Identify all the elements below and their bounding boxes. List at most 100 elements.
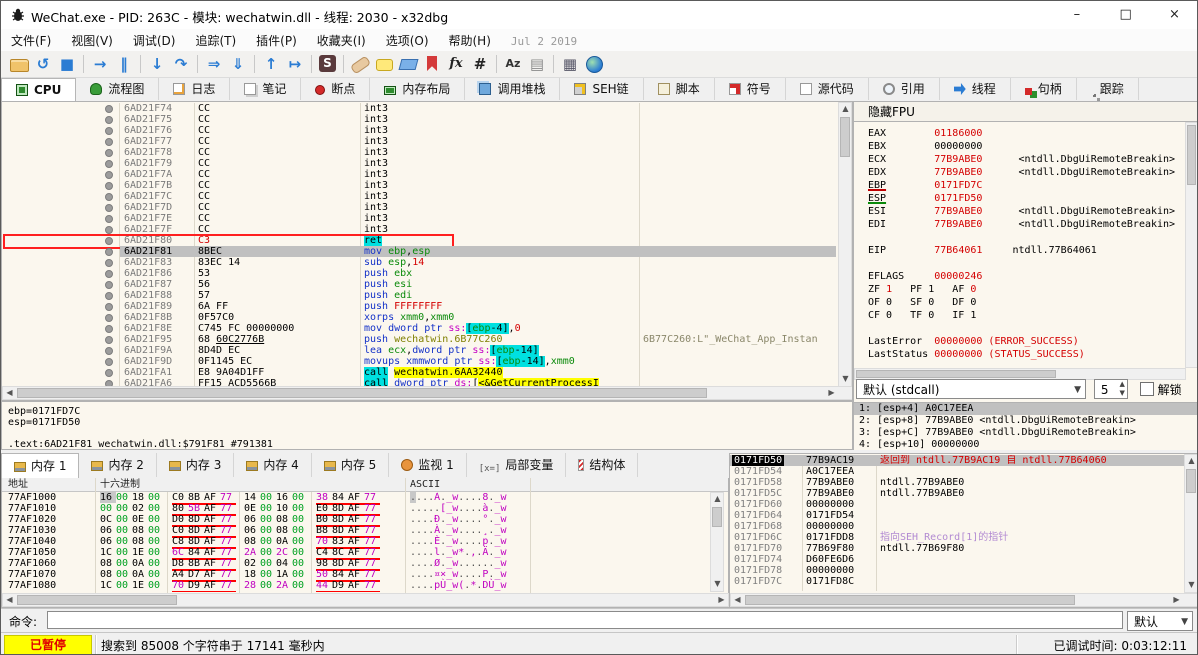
- dump-byte[interactable]: 00: [260, 536, 276, 547]
- scroll-up-arrow-icon[interactable]: ▲: [839, 103, 852, 116]
- scroll-down-arrow-icon[interactable]: ▼: [1185, 579, 1198, 592]
- dump-byte[interactable]: 00: [116, 525, 132, 536]
- spinner-arrows-icon[interactable]: ▲▼: [1119, 380, 1124, 398]
- dump-byte[interactable]: C4: [316, 547, 332, 558]
- dump-byte[interactable]: AF: [204, 580, 220, 591]
- dump-byte[interactable]: 00: [260, 569, 276, 580]
- dump-byte[interactable]: D9: [332, 580, 348, 591]
- dump-byte[interactable]: 77: [220, 558, 236, 569]
- breakpoint-bullet[interactable]: [105, 182, 113, 190]
- stack-row[interactable]: 0171FD6C0171FDD8指向SEH_Record[1]的指针: [730, 532, 1185, 543]
- scroll-left-arrow-icon[interactable]: ◀: [3, 594, 16, 607]
- tab-locals[interactable]: [x=]局部变量: [467, 453, 567, 477]
- register-row[interactable]: EFLAGS 00000246: [868, 271, 982, 282]
- dump-byte[interactable]: 2A: [276, 580, 292, 591]
- dump-byte[interactable]: 38: [316, 492, 332, 503]
- disasm-row[interactable]: 6AD21F7DCCint3: [2, 202, 836, 213]
- disasm-row[interactable]: 6AD21F8383EC 14sub esp,14: [2, 257, 836, 268]
- run-icon[interactable]: →: [88, 51, 112, 77]
- scroll-right-arrow-icon[interactable]: ▶: [1170, 594, 1183, 607]
- dump-byte[interactable]: 84: [332, 492, 348, 503]
- register-row[interactable]: EBX 00000000: [868, 141, 982, 152]
- breakpoint-bullet[interactable]: [105, 303, 113, 311]
- breakpoint-bullet[interactable]: [105, 259, 113, 267]
- stack-row[interactable]: 0171FD74D60FE6D6: [730, 554, 1185, 565]
- dump-byte[interactable]: 50: [316, 569, 332, 580]
- maximize-button[interactable]: □: [1103, 1, 1148, 29]
- argument-row[interactable]: 1: [esp+4] A0C17EEA: [854, 403, 1198, 415]
- disasm-row[interactable]: 6AD21F9A8D4D EClea ecx,dword ptr ss:[ebp…: [2, 345, 836, 356]
- disasm-row[interactable]: 6AD21F75CCint3: [2, 114, 836, 125]
- tab-memmap[interactable]: 内存布局: [370, 78, 465, 100]
- dump-byte[interactable]: 1E: [132, 547, 148, 558]
- dump-byte[interactable]: C0: [172, 492, 188, 503]
- dump-byte[interactable]: AF: [348, 525, 364, 536]
- dump-byte[interactable]: 00: [148, 580, 164, 591]
- dump-byte[interactable]: 77: [364, 580, 380, 591]
- argument-row[interactable]: 3: [esp+C] 77B9ABE0 <ntdll.DbgUiRemoteBr…: [854, 427, 1198, 439]
- disasm-row[interactable]: 6AD21F80C3ret: [2, 235, 836, 246]
- menu-item[interactable]: 收藏夹(I): [307, 29, 376, 52]
- dump-row[interactable]: 77AF10801C001E0070D9AF7728002A0044D9AF77…: [2, 580, 708, 591]
- register-row[interactable]: CF 0 TF 0 IF 1: [868, 310, 976, 321]
- dump-byte[interactable]: 77: [220, 492, 236, 503]
- dump-row[interactable]: 77AF10200C000E00D08DAF7706000800B08DAF77…: [2, 514, 708, 525]
- disassembly-vscrollbar[interactable]: ▲ ▼: [838, 102, 852, 387]
- stack-hscrollbar[interactable]: ◀ ▶: [730, 593, 1198, 607]
- dump-hscrollbar[interactable]: ◀ ▶: [2, 593, 729, 607]
- dump-byte[interactable]: 77: [364, 525, 380, 536]
- dump-byte[interactable]: 00: [260, 558, 276, 569]
- dump-byte[interactable]: 2C: [276, 547, 292, 558]
- disasm-row[interactable]: 6AD21F8EC745 FC 00000000mov dword ptr ss…: [2, 323, 836, 334]
- breakpoint-bullet[interactable]: [105, 204, 113, 212]
- tab-graph[interactable]: 流程图: [76, 78, 159, 100]
- dump-byte[interactable]: D0: [172, 514, 188, 525]
- label-icon[interactable]: [396, 51, 420, 77]
- tab-callstack[interactable]: 调用堆栈: [465, 78, 560, 100]
- hash-icon[interactable]: #: [468, 51, 492, 77]
- dump-byte[interactable]: 8D: [188, 525, 204, 536]
- dump-byte[interactable]: 00: [292, 536, 308, 547]
- tab-seh[interactable]: SEH链: [560, 78, 643, 100]
- dump-byte[interactable]: AF: [204, 536, 220, 547]
- disasm-row[interactable]: 6AD21F74CCint3: [2, 103, 836, 114]
- tab-notes[interactable]: 笔记: [230, 78, 301, 100]
- dump-byte[interactable]: AF: [348, 536, 364, 547]
- register-row[interactable]: ECX 77B9ABE0 <ntdll.DbgUiRemoteBreakin>: [868, 154, 1175, 165]
- dump-byte[interactable]: 00: [116, 503, 132, 514]
- modules-icon[interactable]: ▤: [525, 51, 549, 77]
- dump-byte[interactable]: 18: [244, 569, 260, 580]
- dump-byte[interactable]: AF: [348, 503, 364, 514]
- argument-row[interactable]: 2: [esp+8] 77B9ABE0 <ntdll.DbgUiRemoteBr…: [854, 415, 1198, 427]
- breakpoint-bullet[interactable]: [105, 314, 113, 322]
- stack-row[interactable]: 0171FD5C77B9ABE0ntdll.77B9ABE0: [730, 488, 1185, 499]
- tab-handles[interactable]: 句柄: [1011, 78, 1077, 100]
- dump-byte[interactable]: C8: [172, 536, 188, 547]
- dump-byte[interactable]: 00: [292, 580, 308, 591]
- disasm-row[interactable]: 6AD21F8B0F57C0xorps xmm0,xmm0: [2, 312, 836, 323]
- stack-row[interactable]: 0171FD7800000000: [730, 565, 1185, 576]
- dump-byte[interactable]: 6C: [172, 547, 188, 558]
- dump-row[interactable]: 77AF100016001800C08BAF77140016003884AF77…: [2, 492, 708, 503]
- registers-vscrollbar[interactable]: [1185, 122, 1198, 368]
- dump-byte[interactable]: 77: [220, 580, 236, 591]
- argument-count-stepper[interactable]: 5▲▼: [1094, 379, 1128, 399]
- menu-item[interactable]: 选项(O): [376, 29, 439, 52]
- dump-byte[interactable]: 00: [148, 569, 164, 580]
- register-row[interactable]: EBP 0171FD7C: [868, 180, 982, 191]
- register-row[interactable]: EAX 01186000: [868, 128, 982, 139]
- breakpoint-bullet[interactable]: [105, 149, 113, 157]
- bookmark-icon[interactable]: [420, 51, 444, 77]
- stack-row[interactable]: 0171FD5877B9ABE0ntdll.77B9ABE0: [730, 477, 1185, 488]
- animate-over-icon[interactable]: ⇓: [226, 51, 250, 77]
- dump-byte[interactable]: 08: [132, 525, 148, 536]
- dump-byte[interactable]: 80: [172, 503, 188, 514]
- dump-byte[interactable]: 00: [148, 492, 164, 503]
- register-row[interactable]: ESI 77B9ABE0 <ntdll.DbgUiRemoteBreakin>: [868, 206, 1175, 217]
- dump-byte[interactable]: 00: [292, 558, 308, 569]
- dump-byte[interactable]: 16: [100, 492, 116, 503]
- dump-byte[interactable]: 00: [292, 569, 308, 580]
- dump-vscrollbar[interactable]: ▲ ▼: [710, 492, 724, 592]
- dump-byte[interactable]: 08: [132, 536, 148, 547]
- dump-byte[interactable]: 08: [100, 569, 116, 580]
